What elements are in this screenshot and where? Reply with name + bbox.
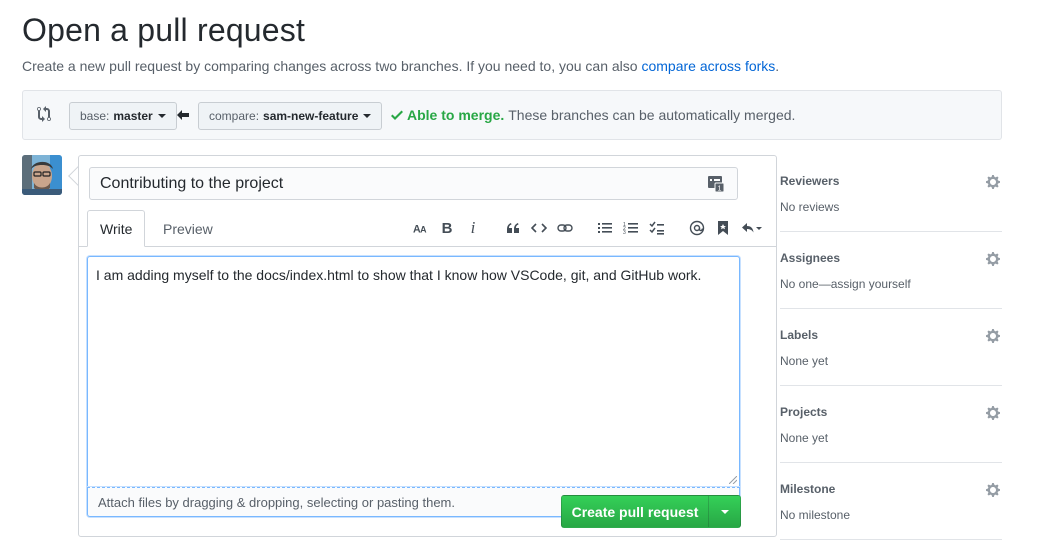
create-options-dropdown[interactable]: [708, 496, 740, 527]
sidebar-title-projects[interactable]: Projects: [780, 405, 827, 419]
base-prefix: base:: [80, 109, 110, 123]
text-size-icon[interactable]: AA: [408, 216, 434, 240]
svg-text:A: A: [420, 224, 427, 234]
sidebar-title-assignees[interactable]: Assignees: [780, 251, 840, 265]
arrow-left-icon: [176, 108, 190, 122]
gear-icon[interactable]: [986, 174, 1002, 190]
merge-ok-label: Able to merge.: [407, 107, 505, 123]
sidebar-title-reviewers[interactable]: Reviewers: [780, 174, 839, 188]
compare-across-forks-link[interactable]: compare across forks: [641, 58, 775, 74]
title-input[interactable]: Contributing to the project 1: [89, 167, 738, 200]
create-pull-request-label[interactable]: Create pull request: [562, 496, 708, 527]
mention-icon[interactable]: [684, 216, 710, 240]
discussion-sidebar: Reviewers No reviews Assignees No one—as…: [780, 155, 1002, 540]
compare-branch-name: sam-new-feature: [263, 109, 359, 123]
sidebar-labels: Labels None yet: [780, 309, 1002, 386]
code-icon[interactable]: [526, 216, 552, 240]
svg-text:1: 1: [718, 186, 722, 193]
italic-icon[interactable]: i: [460, 216, 486, 240]
page-title: Open a pull request: [22, 12, 306, 48]
chevron-down-icon: [363, 114, 372, 118]
sidebar-title-milestone[interactable]: Milestone: [780, 482, 835, 496]
title-input-value: Contributing to the project: [100, 174, 284, 192]
svg-text:3: 3: [623, 230, 626, 236]
body-textarea-value: I am adding myself to the docs/index.htm…: [96, 267, 702, 283]
list-ordered-icon[interactable]: 123: [618, 216, 644, 240]
base-branch-button[interactable]: base: master: [69, 102, 177, 130]
resize-handle-icon[interactable]: [729, 476, 737, 484]
reply-icon[interactable]: [736, 216, 768, 240]
gear-icon[interactable]: [986, 251, 1002, 267]
markdown-toolbar: AA B i 123: [408, 216, 768, 240]
sidebar-milestone: Milestone No milestone: [780, 463, 1002, 540]
avatar[interactable]: [22, 155, 62, 195]
sidebar-value-labels: None yet: [780, 354, 829, 368]
create-pull-request-button[interactable]: Create pull request: [561, 495, 741, 528]
merge-status: Able to merge. These branches can be aut…: [391, 107, 795, 123]
branch-range-editor: base: master compare: sam-new-feature Ab…: [22, 90, 1002, 140]
gear-icon[interactable]: [986, 482, 1002, 498]
compare-prefix: compare:: [209, 109, 260, 123]
sidebar-value-assignees[interactable]: No one—assign yourself: [780, 277, 911, 291]
page-subtitle: Create a new pull request by comparing c…: [22, 58, 779, 74]
gear-icon[interactable]: [986, 328, 1002, 344]
subtitle-end: .: [775, 58, 780, 74]
list-unordered-icon[interactable]: [592, 216, 618, 240]
merge-status-text: These branches can be automatically merg…: [508, 107, 796, 123]
check-icon: [391, 110, 403, 120]
tasklist-icon[interactable]: [644, 216, 670, 240]
body-textarea[interactable]: I am adding myself to the docs/index.htm…: [87, 256, 740, 487]
sidebar-projects: Projects None yet: [780, 386, 1002, 463]
sidebar-title-labels[interactable]: Labels: [780, 328, 818, 342]
saved-replies-icon[interactable]: 1: [707, 175, 725, 193]
chevron-down-icon: [720, 509, 729, 514]
base-branch-name: master: [113, 109, 153, 123]
tab-write[interactable]: Write: [87, 210, 146, 247]
sidebar-reviewers: Reviewers No reviews: [780, 155, 1002, 232]
gear-icon[interactable]: [986, 405, 1002, 421]
quote-icon[interactable]: [500, 216, 526, 240]
git-compare-icon[interactable]: [37, 106, 55, 124]
sidebar-value-reviewers: No reviews: [780, 200, 840, 214]
tab-preview[interactable]: Preview: [151, 210, 225, 247]
bookmark-icon[interactable]: [710, 216, 736, 240]
pull-request-composer: Contributing to the project 1 Write Prev…: [78, 155, 777, 537]
sidebar-assignees: Assignees No one—assign yourself: [780, 232, 1002, 309]
bold-icon[interactable]: B: [434, 216, 460, 240]
subtitle-text: Create a new pull request by comparing c…: [22, 58, 638, 74]
attach-files-text: Attach files by dragging & dropping, sel…: [98, 494, 455, 510]
compare-branch-button[interactable]: compare: sam-new-feature: [198, 102, 383, 130]
sidebar-value-projects: None yet: [780, 431, 829, 445]
sidebar-value-milestone: No milestone: [780, 508, 851, 522]
link-icon[interactable]: [552, 216, 578, 240]
chevron-down-icon: [157, 114, 166, 118]
